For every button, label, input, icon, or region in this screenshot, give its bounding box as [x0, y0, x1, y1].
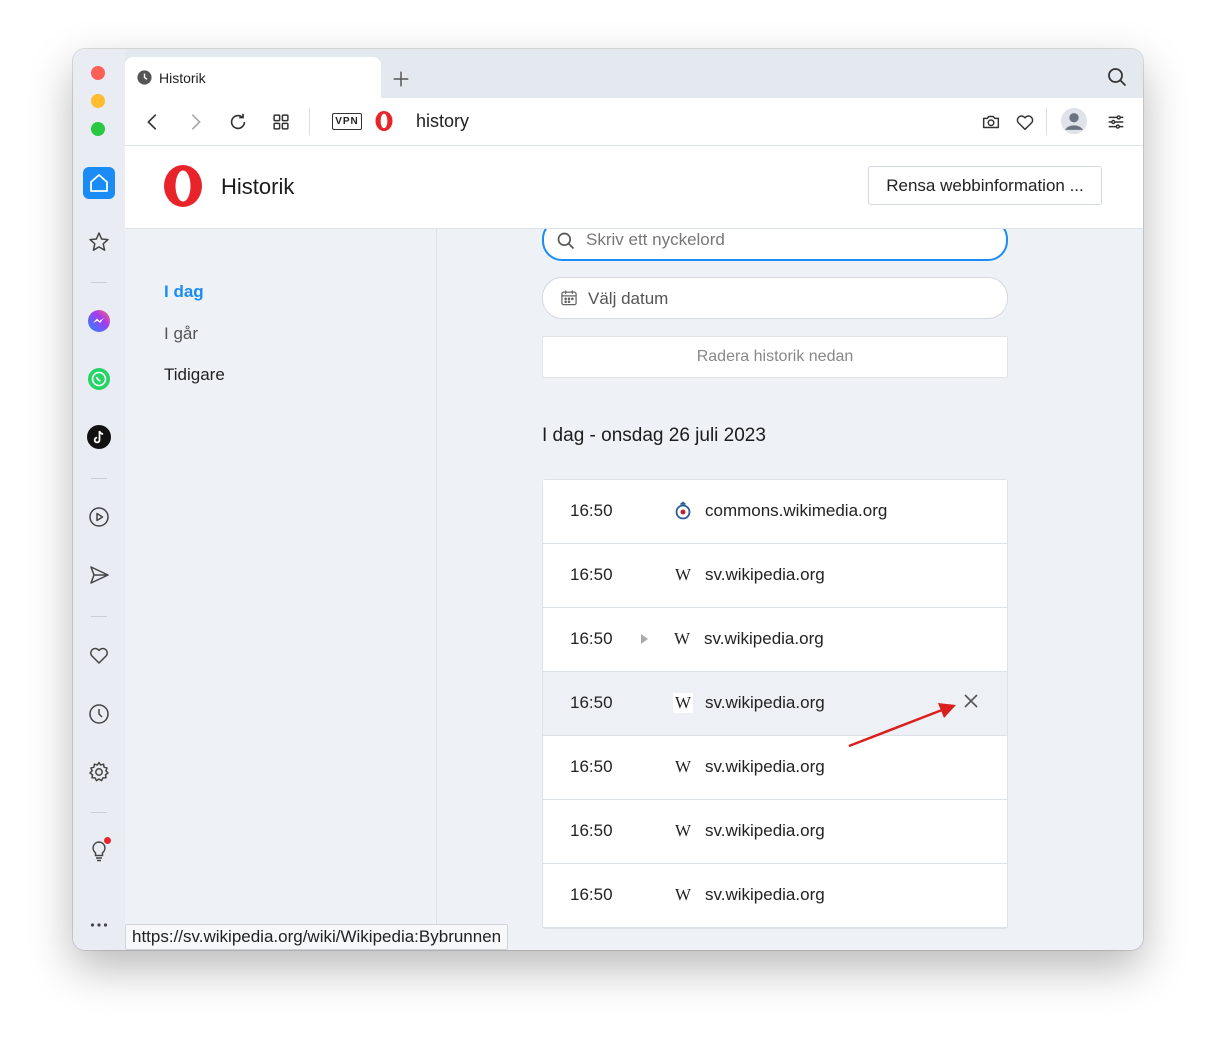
- wikipedia-icon: W: [674, 885, 692, 904]
- wikimedia-commons-icon: [675, 501, 691, 520]
- date-picker[interactable]: Välj datum: [542, 277, 1008, 319]
- star-icon[interactable]: [83, 226, 115, 258]
- history-row[interactable]: 16:50 commons.wikimedia.org: [543, 480, 1007, 544]
- history-domain[interactable]: sv.wikipedia.org: [705, 821, 825, 841]
- history-domain[interactable]: commons.wikimedia.org: [705, 501, 887, 521]
- vpn-badge[interactable]: VPN: [332, 113, 362, 130]
- address-bar: VPN history: [125, 98, 1143, 146]
- history-time: 16:50: [570, 757, 613, 776]
- history-time: 16:50: [570, 629, 613, 648]
- easy-setup-button[interactable]: [1102, 108, 1130, 136]
- grid-icon: [273, 114, 289, 130]
- history-row[interactable]: 16:50 W sv.wikipedia.org: [543, 608, 1007, 672]
- history-search: [542, 229, 1008, 261]
- opera-logo-icon: [375, 111, 393, 131]
- notification-dot: [104, 837, 111, 844]
- url-field[interactable]: history: [416, 111, 469, 132]
- reload-icon: [230, 113, 246, 130]
- tab-strip: Historik: [125, 49, 1143, 98]
- history-domain[interactable]: sv.wikipedia.org: [705, 565, 825, 585]
- section-heading: I dag - onsdag 26 juli 2023: [542, 425, 766, 446]
- minimize-window-button[interactable]: [91, 94, 105, 108]
- history-domain[interactable]: sv.wikipedia.org: [705, 757, 825, 777]
- messenger-icon[interactable]: [83, 305, 115, 337]
- history-content: I dag I går Tidigare Välj datum Radera h…: [125, 229, 1143, 950]
- history-domain[interactable]: sv.wikipedia.org: [705, 693, 825, 713]
- back-button[interactable]: [139, 108, 167, 136]
- lightbulb-icon[interactable]: [83, 835, 115, 867]
- history-time: 16:50: [570, 693, 613, 712]
- wikipedia-icon: W: [674, 565, 692, 584]
- home-icon[interactable]: [83, 167, 115, 199]
- wikipedia-icon: W: [674, 757, 692, 776]
- tabs-grid-button[interactable]: [267, 108, 295, 136]
- chevron-right-icon: [191, 114, 201, 130]
- wikipedia-icon: W: [673, 693, 693, 713]
- player-icon[interactable]: [83, 501, 115, 533]
- status-url-tooltip: https://sv.wikipedia.org/wiki/Wikipedia:…: [125, 924, 509, 950]
- date-picker-label: Välj datum: [588, 289, 669, 308]
- close-window-button[interactable]: [91, 66, 105, 80]
- close-icon[interactable]: [961, 691, 981, 711]
- heart-icon[interactable]: [83, 639, 115, 671]
- reload-button[interactable]: [224, 108, 252, 136]
- page-header: Historik Rensa webbinformation ...: [125, 146, 1143, 229]
- history-time: 16:50: [570, 501, 613, 520]
- wikipedia-icon: W: [674, 821, 692, 840]
- search-input[interactable]: [584, 229, 988, 253]
- history-row[interactable]: 16:50 W sv.wikipedia.org: [543, 672, 1007, 736]
- expand-triangle-icon[interactable]: [641, 634, 648, 644]
- search-icon[interactable]: [1105, 65, 1129, 89]
- settings-icon[interactable]: [83, 756, 115, 788]
- nav-earlier[interactable]: Tidigare: [164, 365, 225, 385]
- more-icon[interactable]: [83, 909, 115, 941]
- clear-browsing-data-button[interactable]: Rensa webbinformation ...: [868, 166, 1102, 205]
- profile-button[interactable]: [1059, 106, 1089, 136]
- chevron-left-icon: [147, 114, 157, 130]
- history-time: 16:50: [570, 885, 613, 904]
- search-icon: [557, 232, 575, 250]
- heart-icon: [1016, 115, 1034, 131]
- sliders-icon: [1108, 115, 1124, 129]
- calendar-icon: [561, 290, 577, 306]
- plus-icon: [393, 71, 409, 87]
- history-domain[interactable]: sv.wikipedia.org: [705, 885, 825, 905]
- browser-window: Historik VPN history Historik Rensa webb…: [73, 49, 1143, 950]
- clock-icon: [137, 70, 152, 85]
- camera-icon: [982, 115, 1000, 129]
- history-nav: I dag I går Tidigare: [125, 229, 437, 950]
- nav-today[interactable]: I dag: [164, 282, 204, 302]
- history-row[interactable]: 16:50 W sv.wikipedia.org: [543, 544, 1007, 608]
- history-row[interactable]: 16:50 W sv.wikipedia.org: [543, 864, 1007, 928]
- nav-yesterday[interactable]: I går: [164, 324, 198, 344]
- avatar-icon: [1060, 107, 1088, 135]
- history-time: 16:50: [570, 565, 613, 584]
- history-row[interactable]: 16:50 W sv.wikipedia.org: [543, 800, 1007, 864]
- delete-history-below-button[interactable]: Radera historik nedan: [542, 336, 1008, 378]
- sidebar: [73, 49, 125, 950]
- page-title: Historik: [221, 174, 295, 199]
- history-icon[interactable]: [83, 698, 115, 730]
- tab-title: Historik: [159, 69, 206, 86]
- zoom-window-button[interactable]: [91, 122, 105, 136]
- send-icon[interactable]: [83, 559, 115, 591]
- wikipedia-icon: W: [673, 629, 691, 648]
- whatsapp-icon[interactable]: [83, 363, 115, 395]
- bookmark-button[interactable]: [1011, 108, 1039, 136]
- forward-button[interactable]: [181, 108, 209, 136]
- opera-logo-icon: [164, 165, 202, 207]
- snapshot-button[interactable]: [977, 108, 1005, 136]
- tab-history[interactable]: Historik: [125, 57, 381, 98]
- history-list: 16:50 commons.wikimedia.org 16:50 W sv.w…: [542, 479, 1008, 929]
- history-domain[interactable]: sv.wikipedia.org: [704, 629, 824, 649]
- history-time: 16:50: [570, 821, 613, 840]
- history-row[interactable]: 16:50 W sv.wikipedia.org: [543, 736, 1007, 800]
- tiktok-icon[interactable]: [83, 421, 115, 453]
- new-tab-button[interactable]: [387, 65, 415, 93]
